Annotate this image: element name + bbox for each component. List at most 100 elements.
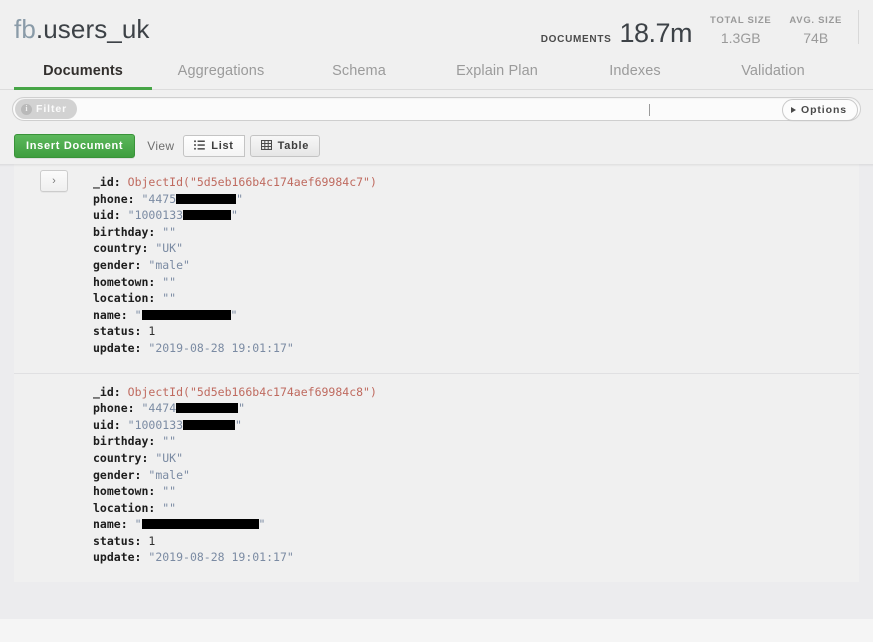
document-field[interactable]: birthday: "" bbox=[93, 433, 859, 450]
document-field[interactable]: uid: "1000133" bbox=[93, 207, 859, 224]
field-colon: : bbox=[114, 418, 128, 432]
field-value-string: "male" bbox=[148, 258, 190, 272]
field-value-objectid: ObjectId("5d5eb166b4c174aef69984c8") bbox=[128, 385, 377, 399]
field-key: phone bbox=[93, 192, 128, 206]
document-field[interactable]: location: "" bbox=[93, 290, 859, 307]
tab-schema[interactable]: Schema bbox=[290, 52, 428, 90]
options-button[interactable]: Options bbox=[782, 99, 858, 121]
field-value-string: 4475 bbox=[148, 192, 176, 206]
document-field[interactable]: _id: ObjectId("5d5eb166b4c174aef69984c7"… bbox=[93, 174, 859, 191]
field-value-string: "" bbox=[162, 225, 176, 239]
field-value-string: "male" bbox=[148, 468, 190, 482]
redaction-bar bbox=[176, 194, 236, 204]
field-value-string: "" bbox=[162, 434, 176, 448]
document-item[interactable]: _id: ObjectId("5d5eb166b4c174aef69984c8"… bbox=[14, 374, 859, 583]
document-field[interactable]: hometown: "" bbox=[93, 274, 859, 291]
field-key: gender bbox=[93, 468, 135, 482]
document-field[interactable]: _id: ObjectId("5d5eb166b4c174aef69984c8"… bbox=[93, 384, 859, 401]
view-list-button[interactable]: List bbox=[183, 135, 244, 157]
stat-avg-size-label: Avg. Size bbox=[789, 14, 842, 28]
document-field[interactable]: uid: "1000133" bbox=[93, 417, 859, 434]
document-field[interactable]: status: 1 bbox=[93, 323, 859, 340]
field-colon: : bbox=[128, 192, 142, 206]
document-fields: _id: ObjectId("5d5eb166b4c174aef69984c8"… bbox=[93, 384, 859, 567]
chevron-right-icon bbox=[791, 107, 796, 113]
view-switcher: List Table bbox=[183, 135, 320, 157]
field-colon: : bbox=[135, 324, 149, 338]
document-field[interactable]: birthday: "" bbox=[93, 224, 859, 241]
insert-document-button[interactable]: Insert Document bbox=[14, 134, 135, 158]
tab-documents[interactable]: Documents bbox=[14, 52, 152, 90]
field-colon: : bbox=[148, 501, 162, 515]
filter-text-cursor bbox=[649, 104, 650, 116]
expand-document-button[interactable]: › bbox=[40, 170, 68, 192]
document-list[interactable]: › _id: ObjectId("5d5eb166b4c174aef69984c7… bbox=[0, 164, 873, 619]
field-value-quote-open: " bbox=[135, 517, 142, 531]
field-key: hometown bbox=[93, 484, 148, 498]
field-colon: : bbox=[148, 434, 162, 448]
field-colon: : bbox=[148, 291, 162, 305]
document-field[interactable]: phone: "4474" bbox=[93, 400, 859, 417]
stat-total-size: Total Size 1.3GB bbox=[692, 14, 771, 48]
page-title: fb.users_uk bbox=[14, 14, 150, 45]
list-icon bbox=[194, 140, 205, 153]
document-field[interactable]: update: "2019-08-28 19:01:17" bbox=[93, 549, 859, 566]
view-table-label: Table bbox=[278, 140, 309, 152]
redaction-bar bbox=[142, 310, 231, 320]
view-list-label: List bbox=[211, 140, 233, 152]
tab-indexes[interactable]: Indexes bbox=[566, 52, 704, 90]
document-field[interactable]: status: 1 bbox=[93, 533, 859, 550]
field-colon: : bbox=[135, 341, 149, 355]
redaction-bar bbox=[142, 519, 259, 529]
tab-label: Indexes bbox=[609, 63, 661, 79]
filter-input[interactable] bbox=[77, 99, 860, 119]
document-field[interactable]: phone: "4475" bbox=[93, 191, 859, 208]
stat-avg-size: Avg. Size 74B bbox=[771, 14, 842, 48]
tab-validation[interactable]: Validation bbox=[704, 52, 842, 90]
field-value-string: 1000133 bbox=[135, 418, 183, 432]
field-colon: : bbox=[114, 385, 128, 399]
stat-documents-label: Documents bbox=[541, 34, 612, 45]
field-colon: : bbox=[114, 175, 128, 189]
document-field[interactable]: name: "" bbox=[93, 516, 859, 533]
field-value-quote-close: " bbox=[259, 517, 266, 531]
redaction-bar bbox=[183, 210, 231, 220]
field-colon: : bbox=[148, 484, 162, 498]
document-field[interactable]: gender: "male" bbox=[93, 257, 859, 274]
view-switcher-gap bbox=[245, 135, 250, 157]
database-name: fb bbox=[14, 14, 36, 44]
document-item[interactable]: › _id: ObjectId("5d5eb166b4c174aef69984c7… bbox=[14, 164, 859, 374]
document-field[interactable]: hometown: "" bbox=[93, 483, 859, 500]
field-key: update bbox=[93, 550, 135, 564]
field-value-quote-close: " bbox=[238, 401, 245, 415]
collection-stats: Documents 18.7m Total Size 1.3GB Avg. Si… bbox=[541, 8, 859, 48]
field-value-objectid: ObjectId("5d5eb166b4c174aef69984c7") bbox=[128, 175, 377, 189]
field-colon: : bbox=[128, 401, 142, 415]
field-value-string: "UK" bbox=[155, 241, 183, 255]
field-key: status bbox=[93, 534, 135, 548]
field-colon: : bbox=[121, 308, 135, 322]
tab-explain-plan[interactable]: Explain Plan bbox=[428, 52, 566, 90]
table-icon bbox=[261, 140, 272, 153]
document-field[interactable]: country: "UK" bbox=[93, 240, 859, 257]
field-value-quote-open: " bbox=[128, 208, 135, 222]
tab-label: Explain Plan bbox=[456, 63, 538, 79]
filter-pill[interactable]: i Filter bbox=[15, 99, 77, 119]
stat-total-size-label: Total Size bbox=[710, 14, 771, 28]
document-field[interactable]: country: "UK" bbox=[93, 450, 859, 467]
document-field[interactable]: location: "" bbox=[93, 500, 859, 517]
document-field[interactable]: name: "" bbox=[93, 307, 859, 324]
stat-total-size-value: 1.3GB bbox=[721, 28, 761, 48]
field-value-quote-close: " bbox=[231, 308, 238, 322]
tab-aggregations[interactable]: Aggregations bbox=[152, 52, 290, 90]
field-value-quote-open: " bbox=[128, 418, 135, 432]
redaction-bar bbox=[176, 403, 238, 413]
document-field[interactable]: update: "2019-08-28 19:01:17" bbox=[93, 340, 859, 357]
stat-documents: Documents 18.7m bbox=[541, 18, 692, 48]
field-colon: : bbox=[114, 208, 128, 222]
chevron-right-icon: › bbox=[52, 176, 56, 187]
field-colon: : bbox=[135, 534, 149, 548]
field-colon: : bbox=[121, 517, 135, 531]
view-table-button[interactable]: Table bbox=[250, 135, 320, 157]
document-field[interactable]: gender: "male" bbox=[93, 467, 859, 484]
